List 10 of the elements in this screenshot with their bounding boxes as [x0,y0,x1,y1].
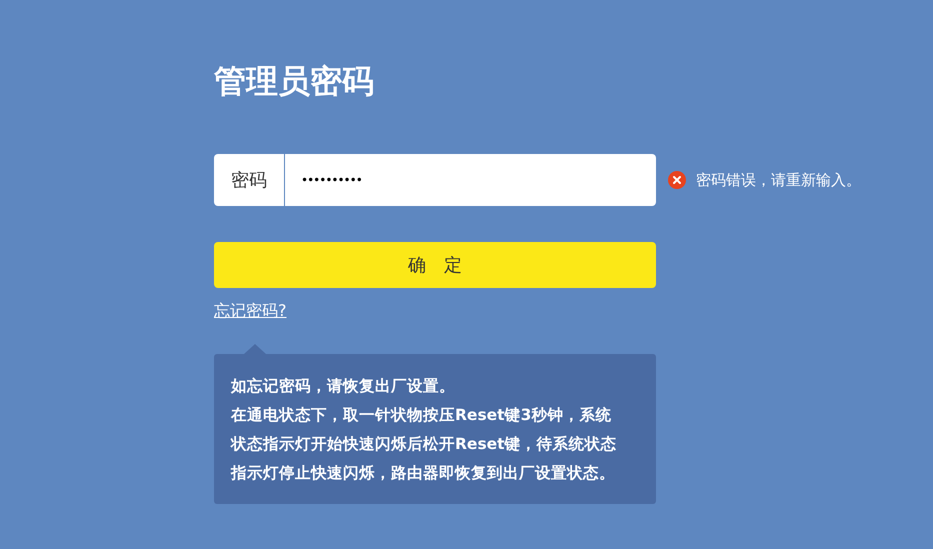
page-title: 管理员密码 [214,61,375,102]
error-message: 密码错误，请重新输入。 [696,170,861,190]
error-icon [668,171,686,189]
field-label: 密码 [214,154,285,206]
forgot-password-link[interactable]: 忘记密码? [214,301,286,320]
password-input[interactable]: •••••••••• [285,154,656,206]
confirm-button[interactable]: 确 定 [214,242,656,288]
help-text: 如忘记密码，请恢复出厂设置。 [231,376,456,397]
help-text: 在通电状态下，取一针状物按压Reset键3秒钟，系统状态指示灯开始快速闪烁后松开Reset键，待系统状态指示灯停止快速闪烁，路由器即恢复到出厂设置状态。 [231,405,618,484]
password-field[interactable]: 密码 •••••••••• [214,154,656,206]
